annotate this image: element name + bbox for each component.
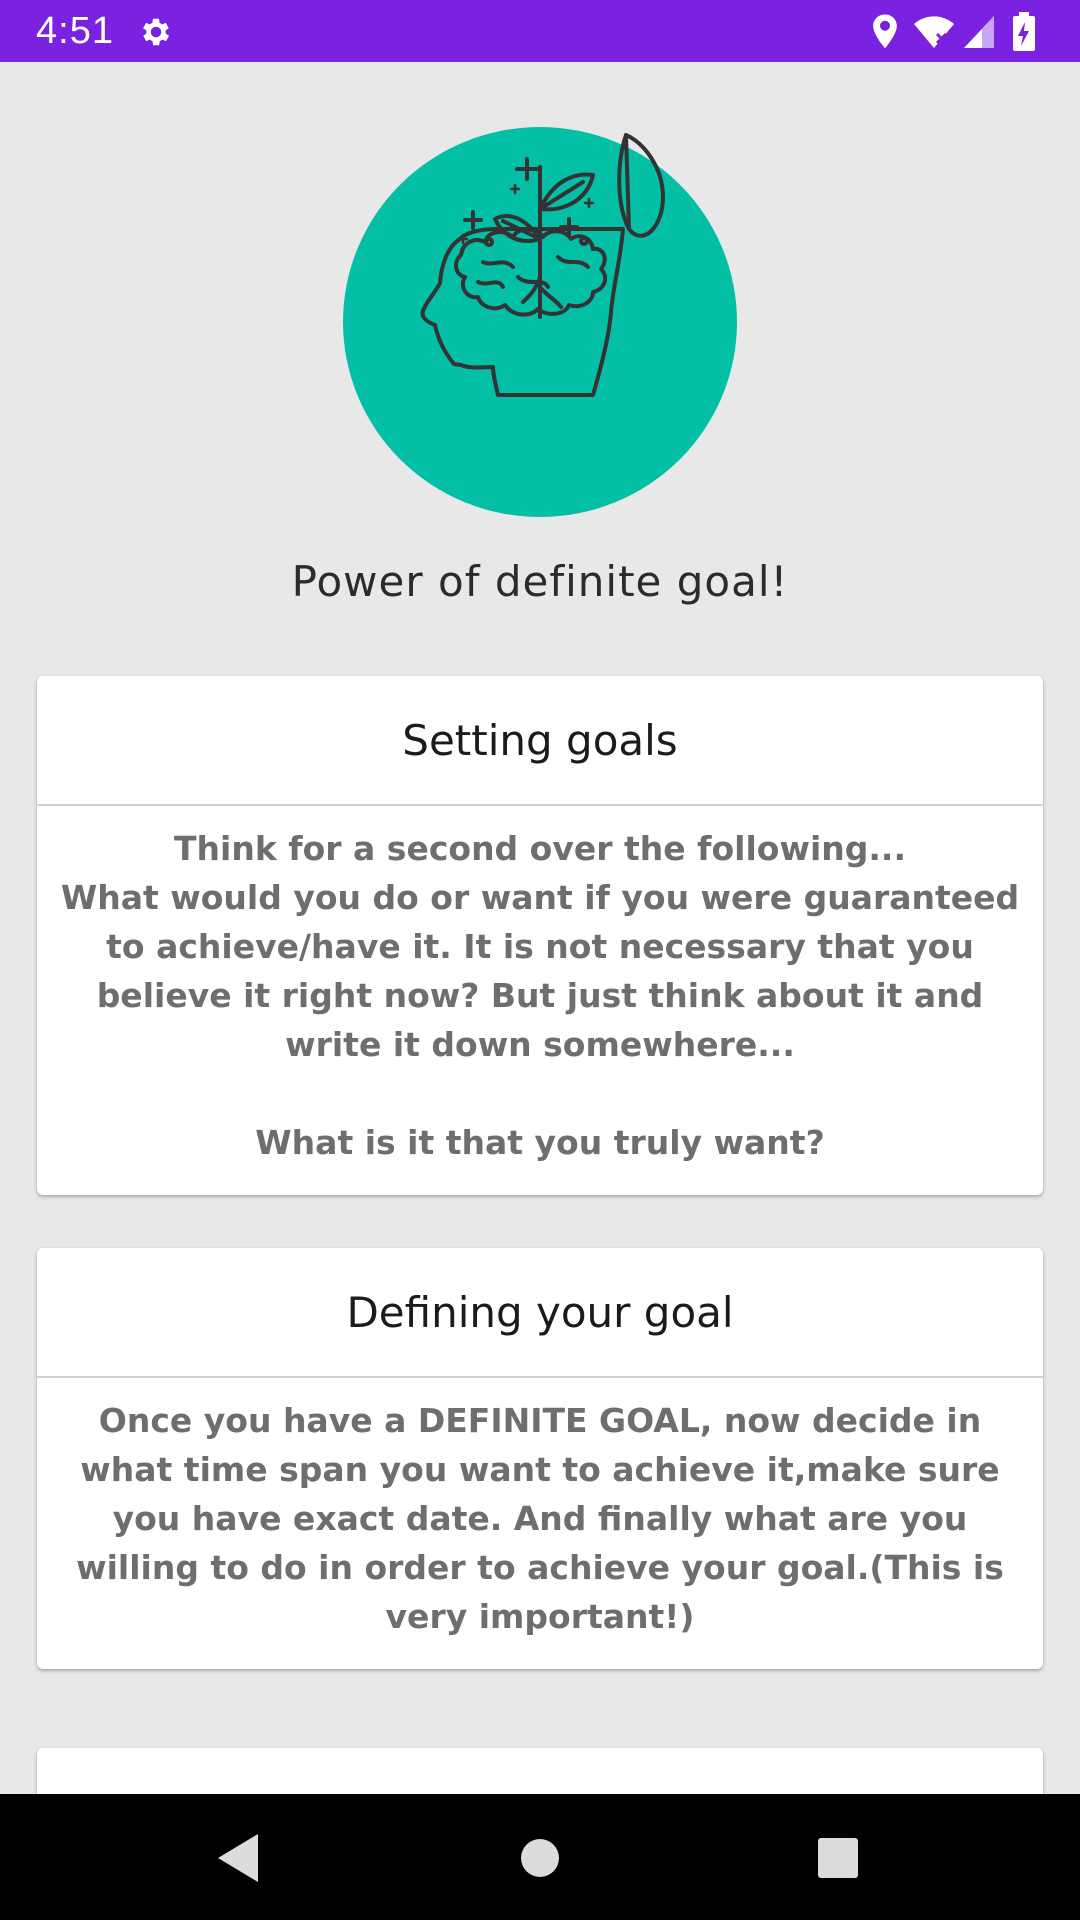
status-bar: 4:51 [0, 0, 1080, 62]
wifi-icon [914, 16, 954, 48]
card-defining-goal[interactable]: Defining your goal Once you have a DEFIN… [37, 1248, 1043, 1669]
card-title: Defining your goal [37, 1248, 1043, 1378]
card-title: Setting goals [37, 676, 1043, 806]
card-setting-goals[interactable]: Setting goals Think for a second over th… [37, 676, 1043, 1195]
navigation-bar [0, 1794, 1080, 1920]
home-icon[interactable] [508, 1826, 572, 1890]
brain-growth-icon [420, 133, 665, 397]
signal-icon [964, 16, 994, 48]
back-icon[interactable] [206, 1826, 270, 1890]
card-body: Think for a second over the following...… [60, 829, 1020, 1162]
main-content[interactable]: Power of definite goal! Setting goals Th… [0, 62, 1080, 1794]
settings-icon [143, 18, 170, 46]
card-next-partial[interactable] [37, 1748, 1043, 1794]
status-time: 4:51 [36, 10, 114, 52]
page-title: Power of definite goal! [291, 557, 789, 606]
card-body: Once you have a DEFINITE GOAL, now decid… [76, 1401, 1004, 1636]
recents-icon[interactable] [806, 1826, 870, 1890]
status-icons [870, 12, 1050, 52]
hero-image [343, 127, 737, 517]
location-icon [873, 14, 897, 49]
battery-charging-icon [1013, 12, 1035, 51]
